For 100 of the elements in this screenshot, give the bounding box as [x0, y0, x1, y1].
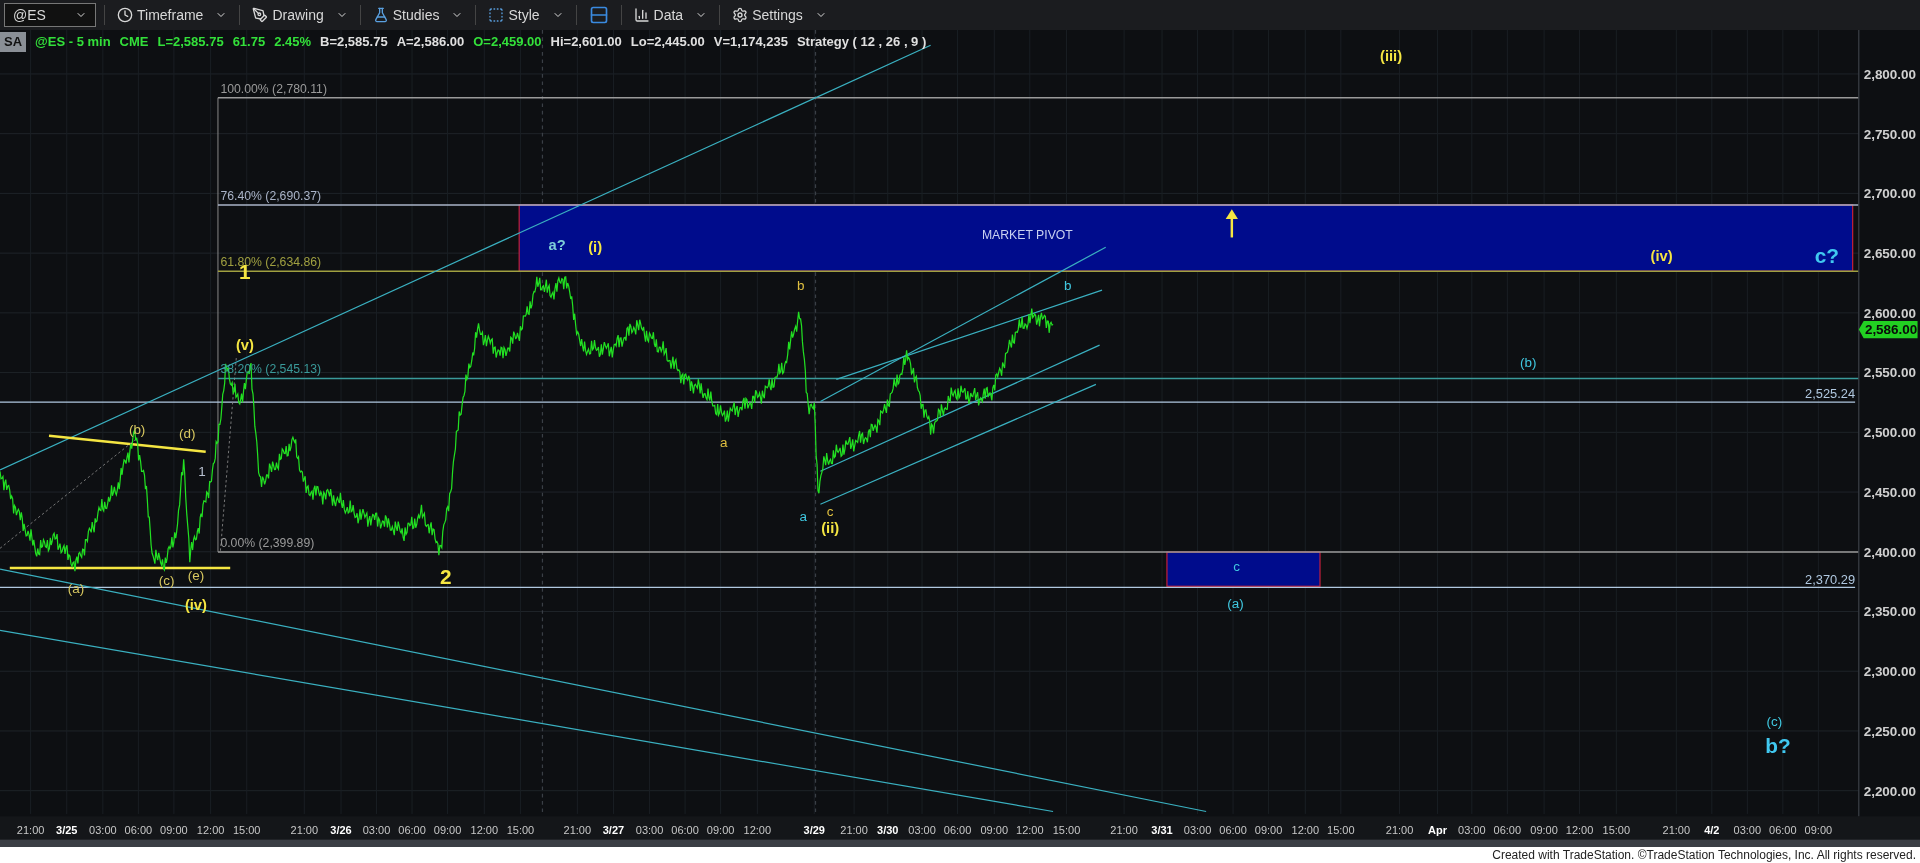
time-axis-label: 3/29 — [803, 823, 825, 836]
up-arrow-icon — [1225, 209, 1238, 238]
zone-label: MARKET PIVOT — [981, 227, 1073, 242]
scrollbar[interactable] — [0, 839, 1920, 847]
time-axis-label: 21:00 — [563, 823, 592, 836]
time-axis-label: 06:00 — [398, 823, 426, 836]
price-axis-label: 2,450.00 — [1863, 484, 1917, 500]
pen-icon — [252, 7, 269, 23]
wave-label: (b) — [128, 422, 146, 438]
time-axis-label: 21:00 — [840, 823, 868, 836]
wave-label: b — [1064, 277, 1072, 293]
wave-label: (i) — [588, 239, 603, 256]
price-axis-label: 2,500.00 — [1863, 425, 1917, 441]
time-axis-label: 3/30 — [877, 823, 899, 836]
bar-chart-icon — [633, 7, 650, 23]
toolbar-menu[interactable]: Studies — [368, 2, 468, 28]
time-axis-label: 09:00 — [1254, 823, 1283, 836]
toolbar-menu[interactable]: Data — [629, 2, 712, 28]
price-axis-label: 2,750.00 — [1863, 126, 1917, 142]
current-price-tag: 2,586.00 — [1858, 321, 1918, 339]
level-label: 2,370.29 — [1805, 571, 1856, 587]
wave-label: c — [1233, 559, 1241, 575]
quote-field: Strategy ( 12 , 26 , 9 ) — [796, 32, 927, 52]
time-axis-label: 06:00 — [1769, 823, 1797, 836]
time-axis-label: 15:00 — [506, 823, 535, 836]
time-axis-label: 21:00 — [1662, 823, 1691, 836]
price-axis-label: 2,600.00 — [1863, 305, 1917, 321]
time-axis-label: 3/27 — [602, 823, 625, 836]
time-axis-label: 12:00 — [1291, 823, 1320, 836]
time-axis-label: 15:00 — [1052, 823, 1081, 836]
toolbar-menu[interactable]: Timeframe — [113, 2, 232, 28]
fib-level-label: 0.00% (2,399.89) — [220, 536, 315, 550]
time-axis-label: 06:00 — [943, 823, 972, 836]
fib-level-label: 76.40% (2,690.37) — [220, 189, 322, 203]
toolbar-menu[interactable]: Drawing — [248, 2, 352, 28]
wave-label: (d) — [179, 426, 196, 441]
price-axis-label: 2,250.00 — [1863, 723, 1917, 739]
layout-icon — [588, 5, 609, 25]
time-axis-label: 15:00 — [1327, 823, 1355, 836]
wave-label: (c) — [1766, 713, 1783, 729]
wave-label: (iv) — [1650, 247, 1673, 264]
wave-label: b — [797, 277, 805, 293]
symbol-field[interactable]: @ES — [4, 3, 96, 27]
quote-field: 2.45% — [274, 32, 312, 52]
time-axis-label: 12:00 — [1016, 823, 1044, 836]
time-axis-label: 21:00 — [290, 823, 319, 836]
style-icon — [488, 7, 505, 23]
price-axis-label: 2,350.00 — [1863, 604, 1917, 620]
time-axis-label: 06:00 — [1219, 823, 1247, 836]
price-axis-label: 2,200.00 — [1863, 783, 1917, 799]
price-axis-label: 2,700.00 — [1863, 186, 1917, 202]
time-axis-label: 09:00 — [160, 823, 188, 836]
wave-label: b? — [1765, 733, 1791, 757]
footer-text: Created with TradeStation. ©TradeStation Technologies, Inc. All rights reserved. — [1492, 847, 1916, 863]
level-label: 2,525.24 — [1805, 386, 1856, 402]
fib-level-label: 100.00% (2,780.11) — [220, 81, 327, 96]
time-axis-label: 3/26 — [330, 823, 352, 836]
time-axis-label: 4/2 — [1704, 823, 1720, 836]
wave-label: a — [799, 509, 807, 525]
time-axis-label: 06:00 — [124, 823, 153, 836]
time-axis-label: Apr — [1428, 823, 1448, 836]
time-axis-label: 03:00 — [1458, 823, 1486, 836]
wave-label: (b) — [1519, 355, 1537, 370]
settings-icon — [732, 7, 749, 23]
time-axis-label: 21:00 — [1385, 823, 1414, 836]
toolbar-menu[interactable]: Settings — [728, 2, 831, 28]
wave-label: 2 — [439, 564, 452, 588]
time-axis-label: 15:00 — [232, 823, 261, 836]
quote-field: O=2,459.00 — [473, 32, 542, 52]
time-axis-label: 03:00 — [1183, 823, 1212, 836]
quote-field: B=2,585.75 — [320, 32, 388, 52]
time-axis-label: 3/25 — [56, 823, 78, 836]
flask-icon — [372, 7, 389, 23]
time-axis-label: 21:00 — [16, 823, 45, 836]
time-axis-label: 09:00 — [433, 823, 462, 836]
time-axis-label: 06:00 — [671, 823, 699, 836]
wave-label: (a) — [1227, 596, 1244, 612]
wave-label: (v) — [235, 337, 254, 354]
wave-label: (iii) — [1380, 48, 1403, 65]
quote-field: Hi=2,601.00 — [550, 32, 622, 52]
time-axis-label: 03:00 — [908, 823, 936, 836]
quote-field: CME — [119, 32, 149, 52]
time-axis-label: 12:00 — [1565, 823, 1594, 836]
clock-icon — [117, 7, 133, 23]
quote-field: A=2,586.00 — [396, 32, 465, 52]
time-axis-label: 03:00 — [1733, 823, 1762, 836]
time-axis-label: 06:00 — [1493, 823, 1522, 836]
quote-field: Lo=2,445.00 — [630, 32, 705, 52]
quote-field: V=1,174,235 — [713, 32, 788, 52]
time-axis-label: 09:00 — [980, 823, 1009, 836]
time-axis-label: 21:00 — [1110, 823, 1138, 836]
toolbar-menu[interactable]: Style — [484, 2, 568, 28]
time-axis-label: 3/31 — [1151, 823, 1173, 836]
time-axis-label: 12:00 — [196, 823, 225, 836]
price-axis-label: 2,300.00 — [1863, 664, 1917, 680]
time-axis-label: 03:00 — [362, 823, 391, 836]
sa-tag: SA — [0, 32, 27, 52]
price-axis-label: 2,550.00 — [1863, 365, 1917, 381]
time-axis-label: 15:00 — [1602, 823, 1631, 836]
wave-label: c — [826, 504, 834, 520]
